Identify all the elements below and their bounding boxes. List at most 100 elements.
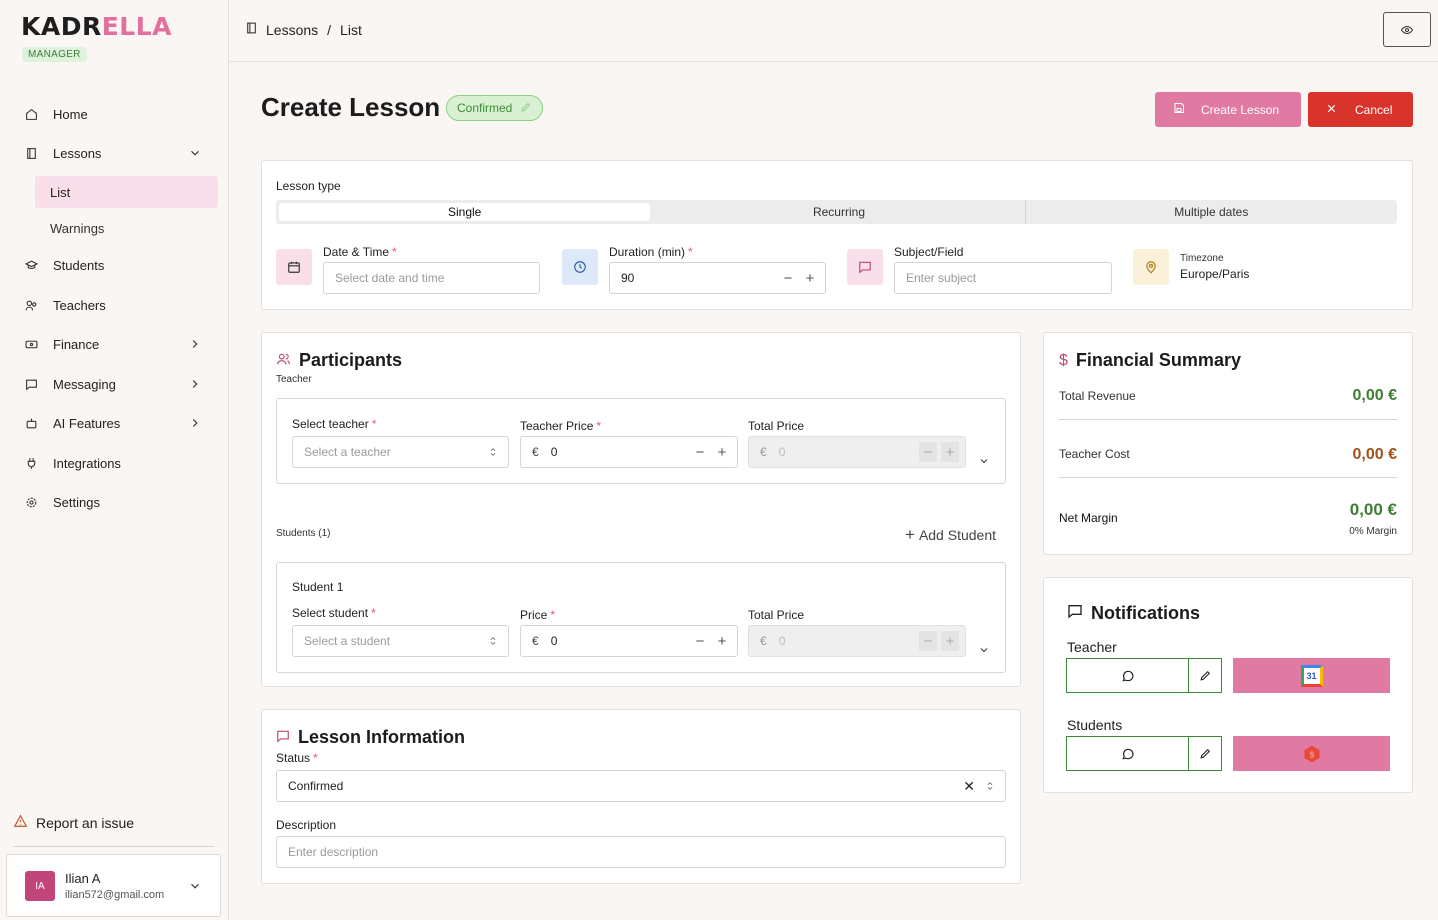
sidebar-item-settings[interactable]: Settings — [15, 486, 218, 518]
pencil-icon[interactable] — [1189, 737, 1221, 770]
pencil-icon[interactable] — [1189, 659, 1221, 692]
sidebar-item-finance[interactable]: Finance — [15, 328, 218, 360]
sidebar-subitem-warnings[interactable]: Warnings — [35, 212, 218, 244]
warning-icon — [13, 814, 28, 831]
tab-multiple-dates[interactable]: Multiple dates — [1024, 200, 1397, 224]
brand-logo[interactable]: KADRELLA — [21, 12, 172, 41]
students-whatsapp-toggle[interactable] — [1066, 736, 1222, 771]
report-issue-link[interactable]: Report an issue — [13, 814, 134, 831]
chevron-updown-icon — [490, 637, 496, 645]
sidebar-item-ai-features[interactable]: AI Features — [15, 407, 218, 439]
clear-icon[interactable]: ✕ — [963, 778, 975, 795]
teacher-total-price: €0 − + — [748, 436, 966, 468]
duration-stepper[interactable]: 90 − + — [609, 262, 826, 294]
chevron-right-icon[interactable] — [188, 337, 202, 351]
hexagon-dollar-icon: $ — [1304, 745, 1319, 762]
chevron-down-icon[interactable] — [188, 146, 202, 160]
users-icon — [24, 298, 38, 312]
google-calendar-icon: 31 — [1300, 664, 1323, 687]
sidebar-item-teachers[interactable]: Teachers — [15, 289, 218, 321]
minus-icon[interactable]: − — [691, 631, 709, 651]
chevron-updown-icon — [490, 448, 496, 456]
chevron-right-icon[interactable] — [188, 377, 202, 391]
financial-summary-card: $ Financial Summary Total Revenue 0,00 €… — [1043, 332, 1413, 555]
status-select[interactable]: Confirmed ✕ — [276, 770, 1006, 802]
bot-icon — [24, 416, 38, 430]
whatsapp-icon[interactable] — [1067, 737, 1189, 770]
calendar-icon — [288, 261, 300, 273]
book-icon — [245, 21, 258, 38]
cancel-button[interactable]: Cancel — [1308, 92, 1413, 127]
teacher-calendar-toggle[interactable]: 31 — [1233, 658, 1390, 693]
home-icon — [24, 107, 38, 121]
sidebar-item-integrations[interactable]: Integrations — [15, 447, 218, 479]
plus-icon[interactable]: + — [713, 631, 731, 651]
graduation-cap-icon — [24, 258, 38, 272]
plus-icon: + — [941, 442, 959, 462]
calendar-icon-box — [276, 249, 312, 285]
teacher-price-stepper[interactable]: €0 − + — [520, 436, 738, 468]
select-student-dropdown[interactable]: Select a student — [292, 625, 509, 657]
sidebar: KADRELLA MANAGER Home Lessons List Warni… — [0, 0, 229, 920]
sidebar-divider — [13, 846, 214, 847]
avatar: IA — [25, 871, 55, 901]
teacher-cost-value: 0,00 € — [1352, 446, 1397, 463]
teacher-section: Select teacher * Select a teacher Teacher… — [276, 398, 1006, 484]
create-lesson-button[interactable]: Create Lesson — [1155, 92, 1301, 127]
subject-input[interactable]: Enter subject — [894, 262, 1112, 294]
breadcrumb-lessons[interactable]: Lessons — [266, 22, 318, 38]
chevron-down-icon[interactable] — [978, 644, 990, 656]
dollar-icon: $ — [1059, 351, 1068, 369]
tab-single[interactable]: Single — [279, 203, 651, 221]
close-icon — [1326, 103, 1337, 117]
plus-icon: + — [905, 525, 915, 544]
description-input[interactable]: Enter description — [276, 836, 1006, 868]
lesson-info-card: Lesson Information Status * Confirmed ✕ D… — [261, 709, 1021, 884]
subject-icon-box — [847, 249, 883, 285]
plus-icon: + — [941, 631, 959, 651]
message-square-icon — [276, 727, 290, 748]
tab-recurring[interactable]: Recurring — [653, 200, 1024, 224]
users-icon — [276, 350, 291, 371]
plug-icon — [24, 456, 38, 470]
status-badge[interactable]: Confirmed — [446, 95, 544, 121]
sidebar-item-messaging[interactable]: Messaging — [15, 368, 218, 400]
user-menu[interactable]: IA Ilian A ilian572@gmail.com — [6, 854, 221, 917]
select-teacher-dropdown[interactable]: Select a teacher — [292, 436, 509, 468]
chevron-updown-icon — [987, 782, 993, 790]
lesson-type-card: Lesson type Single Recurring Multiple da… — [261, 160, 1413, 310]
teacher-whatsapp-toggle[interactable] — [1066, 658, 1222, 693]
breadcrumb: Lessons / List — [245, 21, 362, 38]
breadcrumb-list: List — [340, 21, 362, 38]
pencil-icon — [520, 101, 532, 116]
sidebar-item-students[interactable]: Students — [15, 249, 218, 281]
students-payment-toggle[interactable]: $ — [1233, 736, 1390, 771]
clock-icon-box — [562, 249, 598, 285]
preview-button[interactable] — [1383, 12, 1431, 47]
gear-icon — [24, 495, 38, 509]
message-square-icon — [859, 261, 871, 274]
sidebar-item-lessons[interactable]: Lessons — [15, 137, 218, 169]
minus-icon[interactable]: − — [691, 442, 709, 462]
user-name: Ilian A — [65, 871, 101, 886]
plus-icon[interactable]: + — [801, 268, 819, 288]
date-time-input[interactable]: Select date and time — [323, 262, 540, 294]
chevron-down-icon[interactable] — [978, 455, 990, 467]
sidebar-subitem-list[interactable]: List — [35, 176, 218, 208]
minus-icon[interactable]: − — [779, 268, 797, 288]
net-margin-value: 0,00 € — [1349, 500, 1397, 519]
chevron-right-icon[interactable] — [188, 416, 202, 430]
location-icon-box — [1133, 249, 1169, 285]
plus-icon[interactable]: + — [713, 442, 731, 462]
banknote-icon — [24, 337, 38, 351]
eye-icon — [1400, 25, 1414, 34]
message-square-icon — [24, 377, 38, 391]
add-student-button[interactable]: + Add Student — [905, 525, 996, 545]
topbar: Lessons / List — [229, 0, 1438, 62]
sidebar-item-home[interactable]: Home — [15, 98, 218, 130]
message-square-icon — [1067, 603, 1083, 624]
chevron-down-icon[interactable] — [188, 879, 202, 893]
student-price-stepper[interactable]: €0 − + — [520, 625, 738, 657]
student-total-price: €0 − + — [748, 625, 966, 657]
whatsapp-icon[interactable] — [1067, 659, 1189, 692]
